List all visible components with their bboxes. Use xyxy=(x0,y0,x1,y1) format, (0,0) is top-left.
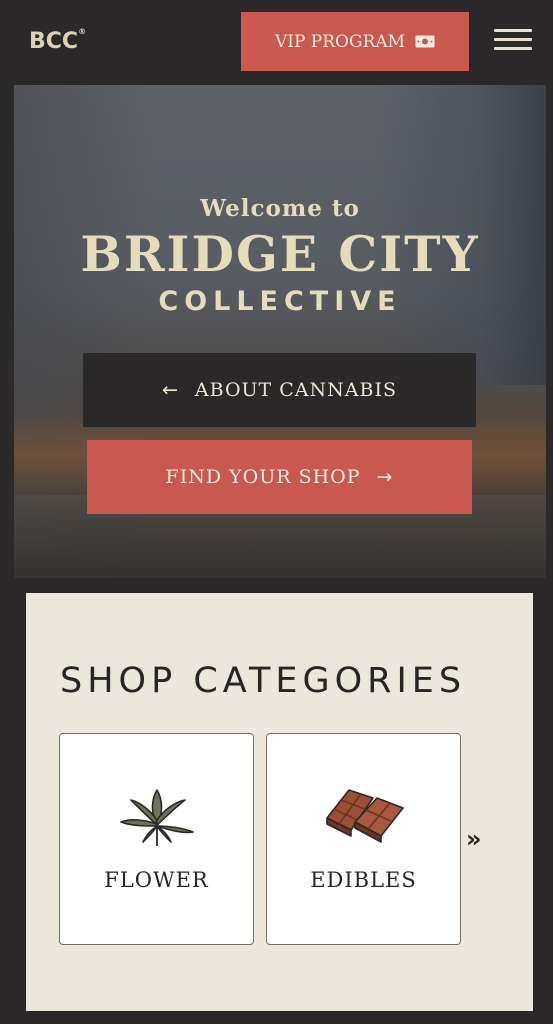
category-label: FLOWER xyxy=(104,868,209,892)
arrow-left-icon: ← xyxy=(162,379,179,401)
find-your-shop-button[interactable]: FIND YOUR SHOP → xyxy=(87,440,472,514)
category-card-edibles[interactable]: EDIBLES xyxy=(266,733,461,945)
vip-program-label: VIP PROGRAM xyxy=(274,31,406,52)
vip-program-button[interactable]: VIP PROGRAM xyxy=(241,12,469,71)
double-chevron-right-icon: » xyxy=(466,825,482,853)
section-title: SHOP CATEGORIES xyxy=(60,661,467,701)
hero-banner: Welcome to BRIDGE CITY COLLECTIVE ← ABOU… xyxy=(14,85,546,578)
hero-brand-sub: COLLECTIVE xyxy=(158,286,402,317)
logo[interactable]: BCC® xyxy=(29,27,87,54)
hero-brand-main: BRIDGE CITY xyxy=(80,225,480,283)
next-categories-button[interactable]: » xyxy=(466,825,482,853)
logo-text: BCC xyxy=(29,29,79,54)
about-cannabis-label: ABOUT CANNABIS xyxy=(194,379,397,401)
hero-welcome: Welcome to xyxy=(200,195,360,222)
hamburger-menu-button[interactable] xyxy=(494,29,534,51)
ticket-icon xyxy=(415,35,435,48)
find-your-shop-label: FIND YOUR SHOP xyxy=(165,466,361,488)
about-cannabis-button[interactable]: ← ABOUT CANNABIS xyxy=(83,353,476,427)
shop-categories-section: SHOP CATEGORIES FLOWER EDIBLES » xyxy=(26,593,533,1011)
category-card-flower[interactable]: FLOWER xyxy=(59,733,254,945)
site-header: BCC® VIP PROGRAM xyxy=(0,0,553,85)
arrow-right-icon: → xyxy=(376,466,394,488)
cannabis-leaf-icon xyxy=(119,789,194,846)
chocolate-icon xyxy=(325,789,404,843)
logo-mark: ® xyxy=(78,27,87,36)
category-label: EDIBLES xyxy=(310,868,417,892)
